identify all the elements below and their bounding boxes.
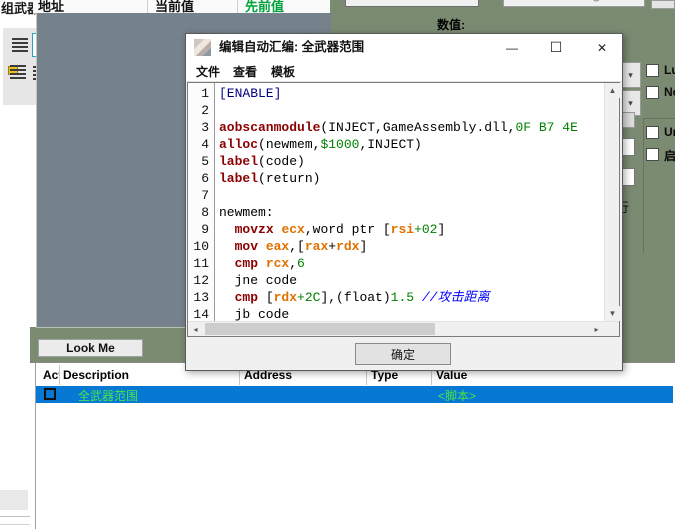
column-separator — [237, 0, 238, 13]
scroll-up-icon[interactable]: ▲ — [605, 83, 620, 98]
row-description: 全武器范围 — [78, 389, 139, 403]
look-me-button[interactable]: Look Me — [38, 339, 143, 357]
line-number: 12 — [193, 273, 209, 288]
scroll-down-icon[interactable]: ▼ — [605, 306, 620, 321]
foundlist-header: 地址 当前值 先前值 — [33, 0, 330, 14]
scan-panel-edge — [30, 327, 36, 363]
maximize-icon: ☐ — [549, 39, 563, 55]
code-line[interactable]: label(code) — [216, 153, 604, 170]
value-label: 数值: — [437, 18, 465, 32]
horizontal-scroll-thumb[interactable] — [205, 323, 435, 335]
checkbox-lua-label: Lu — [664, 63, 675, 77]
align-lines-icon[interactable] — [12, 38, 28, 52]
ok-button[interactable]: 确定 — [355, 343, 451, 365]
value-type-dropdown-button[interactable]: ▾ — [620, 62, 641, 88]
menu-view[interactable]: 查看 — [233, 63, 257, 80]
code-line[interactable]: alloc(newmem,$1000,INJECT) — [216, 136, 604, 153]
table-column-separator — [59, 365, 60, 385]
address-table: Active Description Address Type Value 全武… — [35, 362, 675, 529]
code-line[interactable]: [ENABLE] — [216, 85, 604, 102]
close-button[interactable]: ✕ — [588, 36, 616, 59]
scan-size-box[interactable] — [651, 0, 675, 9]
scroll-left-icon[interactable]: ◂ — [188, 322, 203, 336]
first-search-button[interactable]: First Search — [345, 0, 479, 7]
background-fragment-box — [0, 490, 28, 510]
menu-file[interactable]: 文件 — [196, 63, 220, 80]
code-line[interactable]: movzx ecx,word ptr [rsi+02] — [216, 221, 604, 238]
code-line[interactable]: newmem: — [216, 204, 604, 221]
line-number: 2 — [201, 103, 209, 118]
code-line[interactable]: cmp [rdx+2C],(float)1.5 //攻击距离 — [216, 289, 604, 306]
close-icon: ✕ — [596, 40, 608, 55]
scroll-right-icon[interactable]: ▸ — [589, 322, 604, 336]
checkbox-enable[interactable] — [646, 148, 659, 161]
line-number: 8 — [201, 205, 209, 220]
line-number: 7 — [201, 188, 209, 203]
editor-code[interactable]: [ENABLE] aobscanmodule(INJECT,GameAssembl… — [216, 83, 604, 323]
line-number: 4 — [201, 137, 209, 152]
checkbox-not[interactable] — [646, 86, 659, 99]
checkbox-enable-label: 启 — [664, 149, 675, 163]
checkbox-unrandomizer[interactable] — [646, 126, 659, 139]
script-editor[interactable]: 1 2 3 4 5 6 7 8 9 10 11 12 13 14 [ENABLE] aobscanmodul… — [187, 82, 620, 337]
line-number: 9 — [201, 222, 209, 237]
table-header-active[interactable]: Active — [43, 368, 59, 382]
code-line[interactable]: jne code — [216, 272, 604, 289]
checkbox-unrandomizer-label: Un — [664, 125, 675, 139]
dialog-title: 编辑自动汇编: 全武器范围 — [219, 40, 365, 54]
checkbox-lua[interactable] — [646, 64, 659, 77]
table-row[interactable]: 全武器范围 <脚本> — [36, 386, 673, 403]
auto-assemble-dialog: 编辑自动汇编: 全武器范围 — ☐ ✕ 文件 查看 模板 1 2 3 4 5 6 7 8 9 10… — [185, 33, 623, 371]
code-line[interactable]: aobscanmodule(INJECT,GameAssembly.dll,0F… — [216, 119, 604, 136]
column-current[interactable]: 当前值 — [155, 0, 194, 13]
line-number: 1 — [201, 86, 209, 101]
search-again-button[interactable]: Search Augain — [503, 0, 645, 7]
line-number: 10 — [193, 239, 209, 254]
code-line[interactable] — [216, 102, 604, 119]
line-number: 5 — [201, 154, 209, 169]
menu-template[interactable]: 模板 — [271, 63, 295, 80]
maximize-button[interactable]: ☐ — [542, 36, 570, 59]
vertical-scrollbar[interactable]: ▲ ▼ — [604, 83, 620, 321]
line-number: 6 — [201, 171, 209, 186]
dialog-titlebar[interactable]: 编辑自动汇编: 全武器范围 — ☐ ✕ — [186, 34, 622, 61]
groupbox-border-top — [643, 118, 675, 119]
column-previous[interactable]: 先前值 — [245, 0, 284, 13]
list-with-marker-icon[interactable] — [8, 64, 28, 79]
row-active-checkbox[interactable] — [44, 388, 56, 400]
code-line[interactable]: cmp rcx,6 — [216, 255, 604, 272]
table-header-description[interactable]: Description — [63, 368, 129, 382]
code-line[interactable] — [216, 187, 604, 204]
row-value: <脚本> — [438, 389, 477, 403]
minimize-button[interactable]: — — [498, 36, 526, 59]
line-number: 3 — [201, 120, 209, 135]
code-line[interactable]: label(return) — [216, 170, 604, 187]
checkbox-not-label: No — [664, 85, 675, 99]
horizontal-scrollbar[interactable]: ◂ ▸ — [188, 321, 619, 336]
background-fragment-line — [0, 524, 30, 525]
dialog-menubar: 文件 查看 模板 — [186, 61, 622, 82]
line-number: 13 — [193, 290, 209, 305]
code-line[interactable]: mov eax,[rax+rdx] — [216, 238, 604, 255]
minimize-icon: — — [506, 40, 518, 55]
lines-glyph — [10, 65, 26, 79]
dialog-avatar-icon — [194, 39, 211, 56]
column-address[interactable]: 地址 — [38, 0, 64, 13]
background-fragment-line — [0, 516, 30, 517]
screen: 组武器 地址 当前值 先前值 First Search Search Augai… — [0, 0, 675, 529]
editor-gutter: 1 2 3 4 5 6 7 8 9 10 11 12 13 14 — [188, 83, 215, 322]
groupbox-border — [643, 118, 644, 253]
chevron-down-icon: ▾ — [628, 97, 633, 108]
column-separator — [147, 0, 148, 13]
line-number: 11 — [193, 256, 209, 271]
chevron-down-icon: ▾ — [628, 69, 633, 80]
